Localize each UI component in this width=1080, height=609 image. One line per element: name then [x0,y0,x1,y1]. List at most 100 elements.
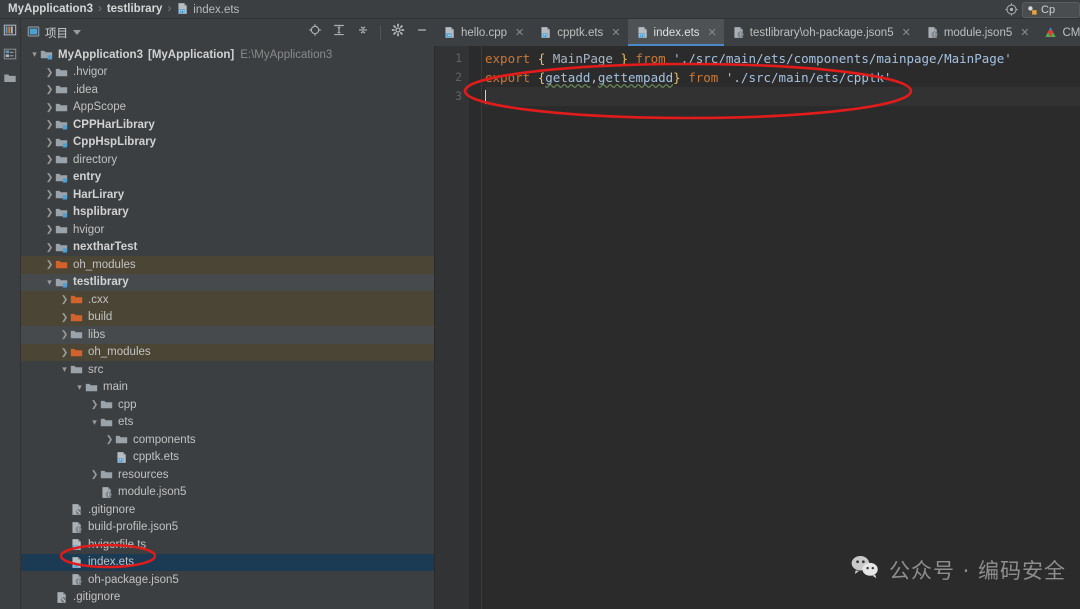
module-folder-icon [55,171,68,184]
chevron-down-icon[interactable]: ▾ [74,382,85,393]
editor-tab-cmakelists-[interactable]: CMakeLists. [1036,19,1080,46]
breadcrumb-item-1[interactable]: testlibrary [107,3,163,15]
tree-row-testlibrary[interactable]: ▾ testlibrary [21,273,434,291]
module-folder-icon [55,241,68,254]
tree-row-directory[interactable]: ❯ directory [21,151,434,169]
tree-row-cpp[interactable]: ❯ cpp [21,396,434,414]
project-tree[interactable]: ▾ MyApplication3 [MyApplication] E:\MyAppli… [21,46,435,609]
tree-row--gitignore[interactable]: .gitignore [21,501,434,519]
expand-all-icon[interactable] [332,23,346,42]
chevron-down-icon[interactable] [73,30,81,35]
chevron-right-icon[interactable]: ❯ [59,329,70,340]
tree-row-main[interactable]: ▾ main [21,379,434,397]
chevron-right-icon[interactable]: ❯ [44,259,55,270]
project-tool-icon[interactable] [3,23,17,42]
close-icon[interactable]: ✕ [902,26,911,39]
tree-row--hvigor[interactable]: ❯ .hvigor [21,64,434,82]
chevron-down-icon[interactable]: ▾ [29,49,40,60]
settings-gear-icon[interactable] [391,23,405,42]
tree-row-label: .idea [73,83,98,96]
tree-row-appscope[interactable]: ❯ AppScope [21,99,434,117]
chevron-right-icon[interactable]: ❯ [59,294,70,305]
code-editor[interactable]: 1 2 3 export { MainPage } from './src/main… [435,46,1080,609]
module-folder-icon [40,48,53,61]
code-content[interactable]: export { MainPage } from './src/main/ets… [485,49,1080,106]
chevron-right-icon[interactable]: ❯ [44,189,55,200]
tree-row-index-ets[interactable]: ETS index.ets [21,553,434,571]
chevron-right-icon[interactable]: ❯ [44,102,55,113]
chevron-right-icon[interactable]: ❯ [89,399,100,410]
chevron-down-icon[interactable]: ▾ [59,364,70,375]
tree-row-oh-modules[interactable]: ❯ oh_modules [21,343,434,361]
chevron-right-icon[interactable]: ❯ [89,469,100,480]
tree-row-oh-modules[interactable]: ❯ oh_modules [21,256,434,274]
tab-label: testlibrary\oh-package.json5 [749,26,894,39]
chevron-right-icon[interactable]: ❯ [44,242,55,253]
collapse-all-icon[interactable] [356,23,370,42]
chevron-right-icon[interactable]: ❯ [59,312,70,323]
tree-row-cpphsplibrary[interactable]: ❯ CppHspLibrary [21,134,434,152]
folder-icon [100,416,113,429]
svg-text:ETS: ETS [179,9,185,13]
tree-row-harlirary[interactable]: ❯ HarLirary [21,186,434,204]
structure-tool-icon[interactable] [3,47,17,66]
chevron-right-icon[interactable]: ❯ [44,154,55,165]
tree-row--idea[interactable]: ❯ .idea [21,81,434,99]
tree-row-src[interactable]: ▾ src [21,361,434,379]
editor-tab-testlibrary-oh-package-json5[interactable]: testlibrary\oh-package.json5 ✕ [724,19,918,46]
settings-icon[interactable] [1005,3,1018,21]
editor-tab-index-ets[interactable]: ETS index.ets ✕ [627,19,725,46]
tree-row-cpptk-ets[interactable]: ETS cpptk.ets [21,449,434,467]
tree-row-resources[interactable]: ❯ resources [21,466,434,484]
tree-row-hvigorfile-ts[interactable]: TS hvigorfile.ts [21,536,434,554]
json5-file-icon [70,521,83,534]
run-configuration-selector[interactable]: Cp [1022,2,1080,18]
folder-tool-icon[interactable] [3,71,17,90]
chevron-down-icon[interactable]: ▾ [89,417,100,428]
tree-row-components[interactable]: ❯ components [21,431,434,449]
code-line-1[interactable]: export { MainPage } from './src/main/ets… [485,49,1080,68]
tool-window-rail [0,19,21,609]
chevron-right-icon[interactable]: ❯ [44,119,55,130]
tree-row-hsplibrary[interactable]: ❯ hsplibrary [21,204,434,222]
code-line-3[interactable] [485,87,1080,106]
ets-file-icon: ETS [115,451,128,464]
close-icon[interactable]: ✕ [1020,26,1029,39]
editor-tab-cpptk-ets[interactable]: ETS cpptk.ets ✕ [531,19,627,46]
tree-row-hvigor[interactable]: ❯ hvigor [21,221,434,239]
hide-panel-icon[interactable] [415,23,429,42]
tree-row-ets[interactable]: ▾ ets [21,414,434,432]
close-icon[interactable]: ✕ [611,26,620,39]
tree-row-oh-package-json5[interactable]: oh-package.json5 [21,571,434,589]
tree-row-build-profile-json5[interactable]: build-profile.json5 [21,519,434,537]
editor-tab-module-json5[interactable]: module.json5 ✕ [918,19,1037,46]
tree-row--cxx[interactable]: ❯ .cxx [21,291,434,309]
svg-text:ETS: ETS [73,563,79,567]
close-icon[interactable]: ✕ [515,26,524,39]
breadcrumb-item-0[interactable]: MyApplication3 [8,3,93,15]
chevron-right-icon[interactable]: ❯ [44,84,55,95]
tree-row-entry[interactable]: ❯ entry [21,169,434,187]
chevron-right-icon[interactable]: ❯ [44,224,55,235]
chevron-right-icon[interactable]: ❯ [44,137,55,148]
chevron-right-icon[interactable]: ❯ [59,347,70,358]
chevron-right-icon[interactable]: ❯ [44,67,55,78]
tree-row-module-json5[interactable]: module.json5 [21,484,434,502]
tree-row--gitignore[interactable]: .gitignore [21,589,434,607]
chevron-down-icon[interactable]: ▾ [44,277,55,288]
chevron-right-icon[interactable]: ❯ [44,207,55,218]
code-line-2[interactable]: export {getadd,gettempadd} from './src/m… [485,68,1080,87]
project-view-selector[interactable]: 项目 [27,25,81,41]
chevron-right-icon[interactable]: ❯ [44,172,55,183]
editor-tab-hello-cpp[interactable]: CPP hello.cpp ✕ [435,19,531,46]
tree-row-cppharlibrary[interactable]: ❯ CPPHarLibrary [21,116,434,134]
tree-row-build[interactable]: ❯ build [21,308,434,326]
breadcrumb-item-2[interactable]: ETS index.ets [176,2,239,16]
tree-row-libs[interactable]: ❯ libs [21,326,434,344]
locate-file-icon[interactable] [308,23,322,42]
tree-row-nexthartest[interactable]: ❯ nextharTest [21,239,434,257]
code-token: export [485,51,531,66]
close-icon[interactable]: ✕ [708,26,717,39]
tree-row-myapplication3[interactable]: ▾ MyApplication3 [MyApplication] E:\MyAppli… [21,46,434,64]
chevron-right-icon[interactable]: ❯ [104,434,115,445]
